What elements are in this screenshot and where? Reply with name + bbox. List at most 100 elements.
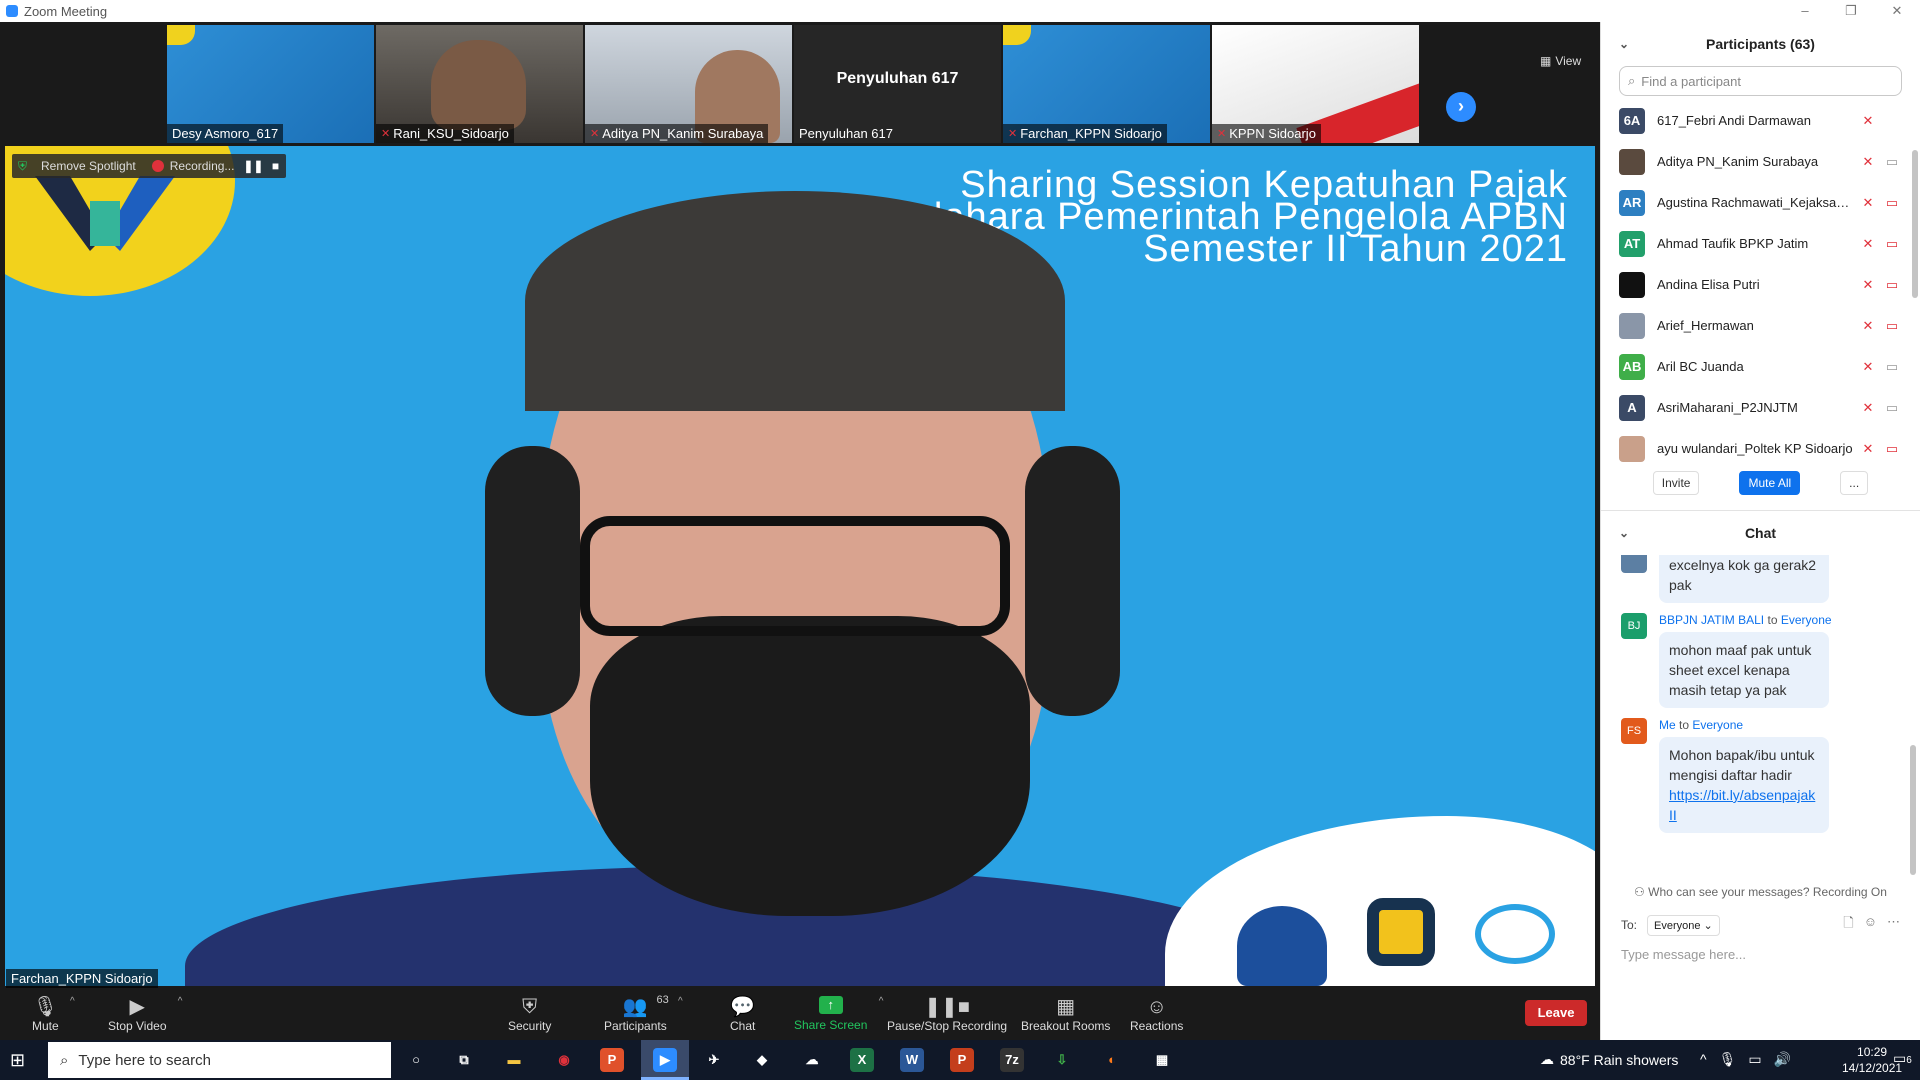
video-tile[interactable]: ✕ Rani_KSU_Sidoarjo: [376, 25, 583, 143]
pause-stop-recording-button[interactable]: ❚❚■ Pause/Stop Recording: [887, 988, 1007, 1040]
more-icon[interactable]: ⋯: [1887, 914, 1900, 936]
participant-row[interactable]: A AsriMaharani_P2JNJTM ✕ ▭: [1601, 387, 1920, 428]
muted-mic-icon: ✕: [1862, 235, 1874, 251]
muted-mic-icon: ✕: [590, 128, 600, 140]
microphone-icon[interactable]: 🎙: [1719, 1051, 1737, 1068]
restore-button[interactable]: ❐: [1828, 0, 1874, 22]
task-view-icon[interactable]: ⧉: [452, 1048, 476, 1072]
chevron-up-icon[interactable]: ^: [178, 996, 183, 1007]
participant-list: 6A 617_Febri Andi Darmawan ✕ Aditya PN_Kani…: [1601, 100, 1920, 464]
emoji-icon[interactable]: ☺: [1864, 914, 1877, 936]
participant-row[interactable]: AB Aril BC Juanda ✕ ▭: [1601, 346, 1920, 387]
volume-icon[interactable]: 🔊: [1774, 1051, 1791, 1068]
participant-search-input[interactable]: ⌕ Find a participant: [1619, 66, 1902, 96]
video-tile[interactable]: ✕ Farchan_KPPN Sidoarjo: [1003, 25, 1210, 143]
message-recipient: Everyone: [1780, 613, 1832, 627]
more-options-button[interactable]: ...: [1840, 471, 1869, 495]
video-tile[interactable]: ✕ Aditya PN_Kanim Surabaya: [585, 25, 792, 143]
message-link[interactable]: https://bit.ly/absenpajakII: [1669, 787, 1815, 823]
app-icon[interactable]: ◆: [750, 1048, 774, 1072]
participant-row[interactable]: AR Agustina Rachmawati_Kejaksaan... ✕ ▭: [1601, 182, 1920, 223]
message-header: BBPJN JATIM BALI to Everyone: [1659, 613, 1832, 627]
stop-video-button[interactable]: ▶ Stop Video ^: [108, 988, 183, 1040]
avatar: AR: [1619, 189, 1645, 216]
people-icon: ⚇: [1634, 885, 1649, 899]
avatar: FS: [1621, 718, 1647, 744]
chevron-up-icon[interactable]: ^: [1700, 1051, 1707, 1068]
remove-spotlight-button[interactable]: Remove Spotlight: [33, 154, 144, 178]
meeting-toolbar: 🎙 Mute ^ ▶ Stop Video ^ ⛨ Security 👥 63 …: [0, 988, 1600, 1040]
chevron-down-icon[interactable]: ⌄: [1619, 526, 1629, 540]
message-text: excelnya kok ga gerak2 pak: [1669, 557, 1817, 593]
participants-count: 63: [656, 994, 669, 1006]
main-video: Sharing Session Kepatuhan Pajak Bendahar…: [5, 146, 1595, 986]
pause-icon[interactable]: ❚❚: [242, 159, 264, 173]
word-icon[interactable]: W: [900, 1048, 924, 1072]
chat-button[interactable]: 💬 Chat: [730, 988, 755, 1040]
participants-button[interactable]: 👥 63 Participants ^: [604, 988, 683, 1040]
leave-button[interactable]: Leave: [1525, 1000, 1587, 1026]
stop-icon[interactable]: ■: [264, 159, 286, 173]
zoom-icon[interactable]: ▶: [653, 1048, 677, 1072]
participant-row[interactable]: 6A 617_Febri Andi Darmawan ✕: [1601, 100, 1920, 141]
participant-row[interactable]: ayu wulandari_Poltek KP Sidoarjo ✕ ▭: [1601, 428, 1920, 464]
notification-icon[interactable]: ▭6: [1893, 1050, 1912, 1067]
7zip-icon[interactable]: 7z: [1000, 1048, 1024, 1072]
participant-row[interactable]: AT Ahmad Taufik BPKP Jatim ✕ ▭: [1601, 223, 1920, 264]
file-icon[interactable]: 🗋: [1843, 914, 1853, 936]
calculator-icon[interactable]: ▦: [1150, 1048, 1174, 1072]
pdf-app-icon[interactable]: P: [600, 1048, 624, 1072]
recipient-dropdown[interactable]: Everyone ⌄: [1647, 914, 1720, 936]
weather-widget[interactable]: ☁ 88°F Rain showers: [1540, 1051, 1678, 1068]
participant-row[interactable]: Arief_Hermawan ✕ ▭: [1601, 305, 1920, 346]
breakout-rooms-button[interactable]: ▦ Breakout Rooms: [1021, 988, 1110, 1040]
muted-mic-icon: ✕: [1862, 194, 1874, 210]
video-tile[interactable]: Desy Asmoro_617: [167, 25, 374, 143]
participant-row[interactable]: Aditya PN_Kanim Surabaya ✕ ▭: [1601, 141, 1920, 182]
powerpoint-icon[interactable]: P: [950, 1048, 974, 1072]
invite-button[interactable]: Invite: [1652, 471, 1700, 495]
chevron-up-icon[interactable]: ^: [879, 996, 884, 1007]
muted-mic-icon: ✕: [1217, 128, 1227, 140]
reactions-button[interactable]: ☺ Reactions: [1130, 988, 1183, 1040]
file-explorer-icon[interactable]: ▬: [502, 1048, 526, 1072]
slide-logo-thumb: [1003, 25, 1031, 45]
app-icon[interactable]: ✈: [702, 1048, 726, 1072]
avatar: AT: [1619, 230, 1645, 257]
mute-all-button[interactable]: Mute All: [1739, 471, 1801, 495]
chevron-up-icon[interactable]: ^: [70, 996, 75, 1007]
chevron-right-icon[interactable]: ›: [1446, 92, 1476, 122]
video-tile[interactable]: Penyuluhan 617 Penyuluhan 617: [794, 25, 1001, 143]
recording-status: Recording...: [144, 154, 243, 178]
participant-row[interactable]: Andina Elisa Putri ✕ ▭: [1601, 264, 1920, 305]
minimize-button[interactable]: –: [1782, 0, 1828, 22]
windows-start-icon[interactable]: ⊞: [10, 1050, 38, 1070]
muted-mic-icon: ✕: [1862, 276, 1874, 292]
chevron-up-icon[interactable]: ^: [678, 996, 683, 1007]
excel-icon[interactable]: X: [850, 1048, 874, 1072]
filmstrip: Desy Asmoro_617 ✕ Rani_KSU_Sidoarjo ✕ Adit…: [167, 25, 1419, 145]
app-icon[interactable]: ☁: [800, 1048, 824, 1072]
mute-button[interactable]: 🎙 Mute ^: [32, 988, 75, 1040]
participant-scrollbar[interactable]: [1912, 150, 1918, 298]
chat-scrollbar[interactable]: [1910, 745, 1916, 875]
video-tile[interactable]: ✕ KPPN Sidoarjo: [1212, 25, 1419, 143]
view-button[interactable]: ▦ View: [1540, 54, 1581, 68]
chevron-down-icon[interactable]: ⌄: [1619, 37, 1629, 51]
network-icon[interactable]: ▭: [1748, 1051, 1761, 1068]
chrome-icon[interactable]: ◉: [552, 1048, 576, 1072]
chat-input[interactable]: Type message here...: [1601, 941, 1920, 968]
download-icon[interactable]: ⇩: [1050, 1048, 1074, 1072]
muted-mic-icon: ✕: [1862, 440, 1874, 456]
muted-mic-icon: ✕: [1862, 112, 1874, 128]
message-text: Mohon bapak/ibu untuk mengisi daftar had…: [1669, 747, 1815, 783]
security-button[interactable]: ⛨ Security: [508, 988, 551, 1040]
sponsor-logos: [1237, 898, 1555, 986]
share-screen-button[interactable]: ↑ Share Screen ^: [794, 988, 883, 1040]
taskbar-search-input[interactable]: ⌕ Type here to search: [48, 1042, 391, 1078]
close-window-button[interactable]: ✕: [1874, 0, 1920, 22]
message-body: excelnya kok ga gerak2 pak: [1659, 555, 1829, 603]
who-can-see-link[interactable]: ⚇ Who can see your messages? Recording O…: [1601, 875, 1920, 909]
firefox-icon[interactable]: ◐: [1100, 1048, 1124, 1072]
cortana-icon[interactable]: ○: [404, 1048, 428, 1072]
